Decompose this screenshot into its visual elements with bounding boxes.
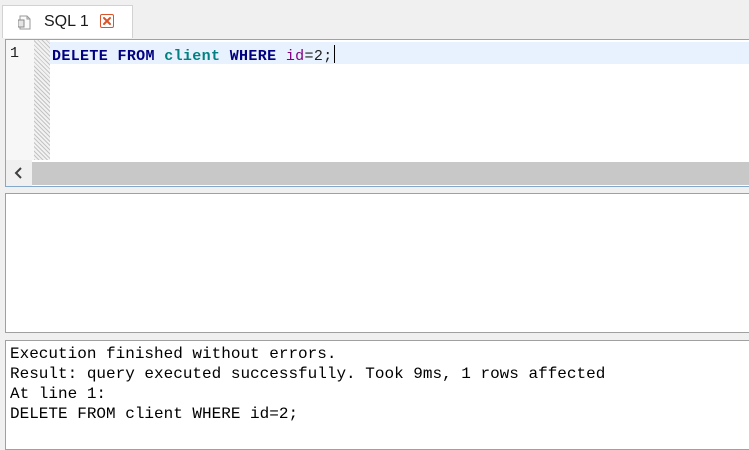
line-number: 1 — [10, 45, 20, 62]
results-grid — [5, 193, 749, 333]
code-line[interactable]: DELETE FROM client WHERE id=2; — [52, 45, 335, 65]
message-line-3: At line 1: — [10, 385, 107, 403]
message-line-1: Execution finished without errors. — [10, 345, 337, 363]
tab-sql-1[interactable]: SQL 1 — [2, 5, 133, 38]
scrollbar-thumb[interactable] — [32, 162, 749, 185]
column-name: id — [285, 48, 305, 65]
close-icon[interactable] — [100, 14, 114, 28]
message-pane: Execution finished without errors. Resul… — [5, 340, 749, 450]
message-line-2: Result: query executed successfully. Too… — [10, 365, 606, 383]
value: 2; — [313, 48, 333, 65]
chevron-left-icon — [14, 167, 22, 179]
operator: = — [304, 48, 314, 65]
fold-margin — [34, 40, 50, 160]
tab-label: SQL 1 — [44, 13, 89, 30]
horizontal-scrollbar[interactable] — [6, 160, 749, 186]
document-icon — [17, 15, 32, 30]
sql-editor[interactable]: 1 DELETE FROM client WHERE id=2; — [5, 39, 749, 187]
keyword-where: WHERE — [229, 48, 277, 65]
keyword-from: FROM — [117, 48, 155, 65]
text-caret — [333, 45, 335, 63]
scroll-left-button[interactable] — [6, 160, 32, 186]
table-name: client — [164, 48, 221, 65]
keyword-delete: DELETE — [52, 48, 109, 65]
message-line-4: DELETE FROM client WHERE id=2; — [10, 405, 299, 423]
code-area[interactable]: DELETE FROM client WHERE id=2; — [50, 40, 749, 160]
tab-bar: SQL 1 — [0, 0, 749, 38]
